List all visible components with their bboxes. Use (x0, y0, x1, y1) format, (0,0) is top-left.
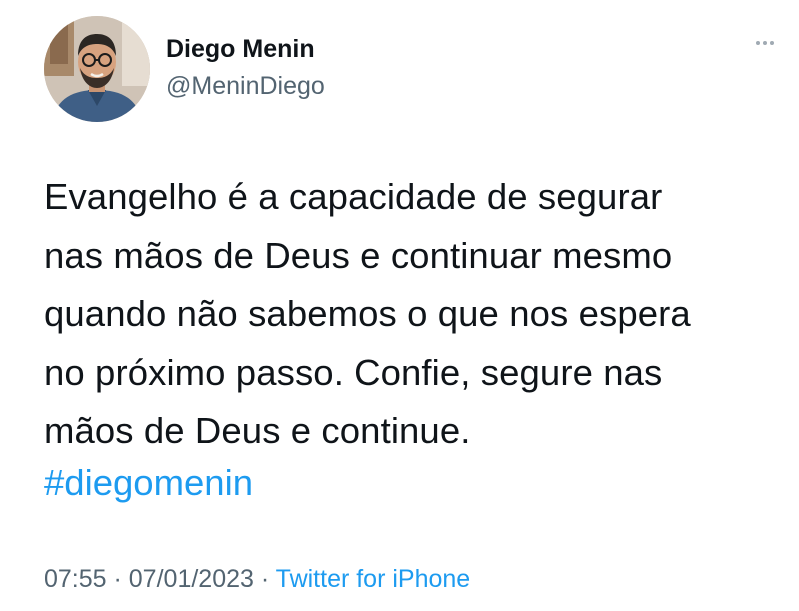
tweet-text-line: no próximo passo. Confie, segure nas (44, 351, 663, 393)
tweet-text-line: mãos de Deus e continue. (44, 410, 471, 451)
tweet-text-line: nas mãos de Deus e continuar mesmo (44, 234, 673, 276)
tweet-text-line: quando não sabemos o que nos espera (44, 293, 691, 334)
tweet-time[interactable]: 07:55 (44, 565, 107, 593)
tweet-text-line: Evangelho é a capacidade de segurar (44, 176, 663, 217)
avatar[interactable] (44, 16, 150, 122)
meta-separator: · (253, 565, 276, 593)
author-name[interactable]: Diego Menin (166, 35, 315, 64)
more-options-button[interactable] (748, 30, 782, 56)
tweet-source-link[interactable]: Twitter for iPhone (276, 565, 471, 593)
meta-separator: · (106, 565, 129, 593)
tweet-date[interactable]: 07/01/2023 (129, 565, 254, 593)
more-horizontal-icon (756, 41, 774, 45)
tweet-text: Evangelho é a capacidade de segurar nas … (44, 168, 784, 461)
tweet-metadata: 07:55 · 07/01/2023 · Twitter for iPhone (44, 565, 470, 594)
hashtag-link[interactable]: #diegomenin (44, 462, 253, 504)
author-handle[interactable]: @MeninDiego (166, 72, 325, 101)
tweet-card: Diego Menin @MeninDiego Evangelho é a ca… (0, 0, 799, 611)
